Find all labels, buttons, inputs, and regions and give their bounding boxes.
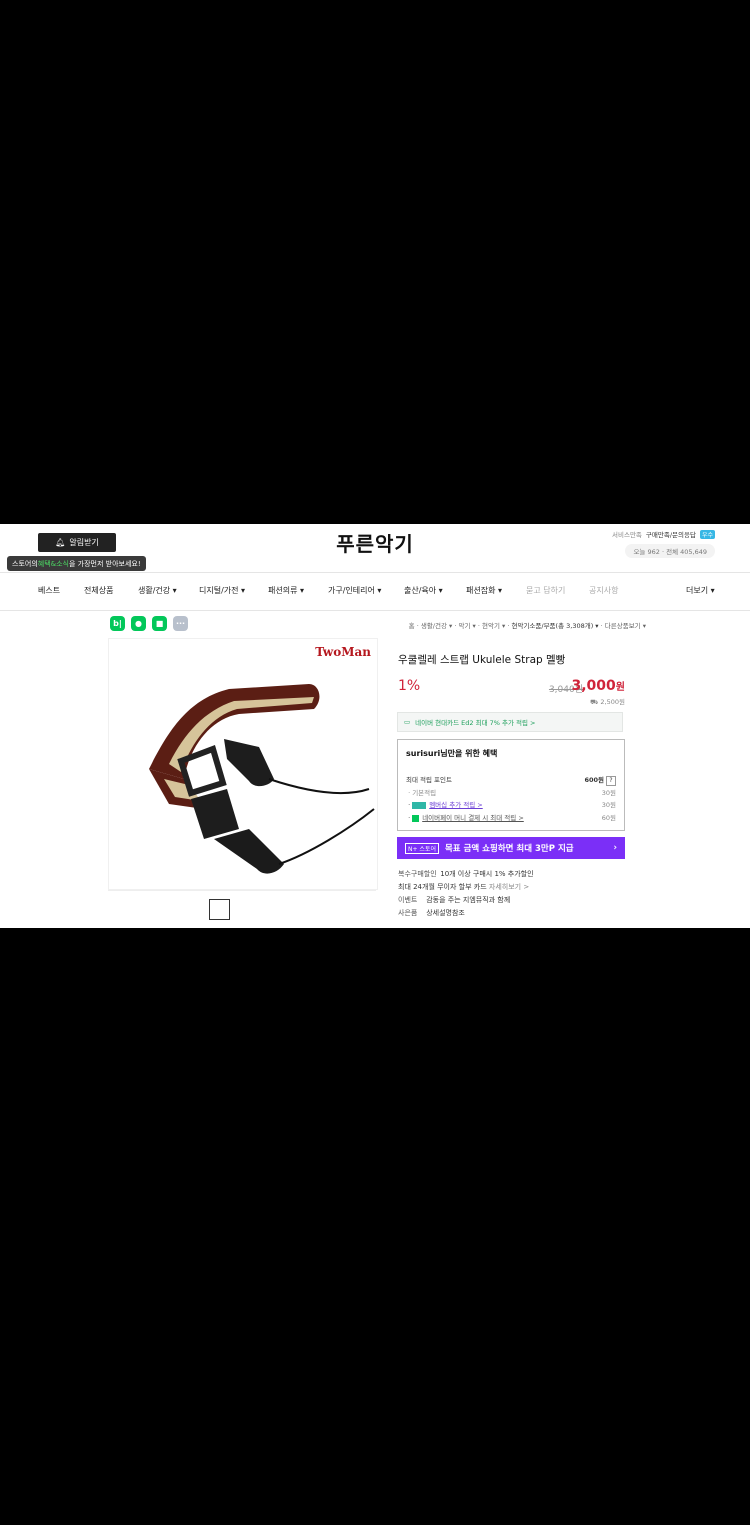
discount-rate: 1% (398, 678, 421, 694)
plus-store-promo[interactable]: N+ 스토어 목표 금액 쇼핑하면 최대 3만P 지급 › (397, 837, 625, 859)
service-value: 구매만족/문의응답 (645, 531, 696, 539)
membership-icon (412, 801, 427, 809)
store-header: 🔔︎ 알림받기 스토어의 혜택&소식 을 가장먼저 받아보세요! 푸른악기 서비… (0, 524, 750, 573)
membership-link[interactable]: 멤버십 추가 적립 > (429, 801, 483, 809)
installment-more-link[interactable]: 자세히보기 > (489, 883, 529, 891)
nav-more[interactable]: 더보기 ▾ (686, 585, 715, 596)
store-page: 🔔︎ 알림받기 스토어의 혜택&소식 을 가장먼저 받아보세요! 푸른악기 서비… (0, 524, 750, 928)
nav-fashion-goods[interactable]: 패션잡화 ▾ (466, 585, 502, 596)
service-rating: 서비스만족 구매만족/문의응답 우수 (612, 529, 715, 539)
basic-points-row: · 기본적립 30원 (406, 789, 616, 797)
ukulele-strap-image (149, 684, 375, 874)
pay-link[interactable]: 네이버페이 머니 결제 시 최대 적립 > (422, 814, 524, 822)
card-benefit-banner[interactable]: ▭ 네이버 현대카드 Ed2 최대 7% 추가 적립 > (397, 712, 623, 732)
alarm-tooltip: 스토어의 혜택&소식 을 가장먼저 받아보세요! (7, 556, 146, 571)
sale-price-value: 3,000 (571, 678, 616, 694)
nav-all-products[interactable]: 전체상품 (84, 585, 113, 596)
event-label: 이벤트 (398, 896, 418, 904)
bookmark-share-icon[interactable]: ■ (152, 616, 167, 631)
service-badge: 우수 (699, 529, 715, 539)
gift-label: 사은품 (398, 909, 418, 917)
multi-label: 복수구매할인 (398, 870, 437, 878)
nav-baby[interactable]: 출산/육아 ▾ (404, 585, 443, 596)
benefit-box: surisuri님만을 위한 혜택 최대 적립 포인트 600원? · 기본적립… (397, 739, 625, 831)
card-icon: ▭ (404, 718, 411, 726)
nav-furniture[interactable]: 가구/인테리어 ▾ (328, 585, 381, 596)
basic-label: 기본적립 (412, 789, 437, 797)
visit-count: 오늘 962 · 전체 405,649 (625, 544, 715, 558)
sale-price-unit: 원 (615, 682, 625, 693)
pay-value: 60원 (601, 814, 616, 822)
thumbnail-selected[interactable] (209, 899, 230, 920)
sale-price: 3,000원 (572, 678, 626, 694)
gift-value: 상세설명참조 (426, 909, 465, 917)
card-banner-text: 네이버 현대카드 Ed2 최대 7% 추가 적립 > (415, 719, 536, 727)
nav-living-health[interactable]: 생활/건강 ▾ (138, 585, 177, 596)
promo-text: 목표 금액 쇼핑하면 최대 3만P 지급 (444, 844, 574, 854)
promo-tag: N+ 스토어 (405, 842, 439, 854)
crumb-other[interactable]: 다른상품보기 ▾ (605, 622, 646, 630)
crumb-home[interactable]: 홈 (409, 622, 415, 630)
tooltip-prefix: 스토어의 (12, 559, 38, 568)
pay-row: · 네이버페이 머니 결제 시 최대 적립 > 60원 (406, 814, 616, 822)
crumb-living[interactable]: 생활/건강 ▾ (421, 622, 452, 630)
installment-row: 최대 24개월 무이자 할부 카드 자세히보기 > (398, 882, 529, 892)
event-value: 감동을 주는 지엠뮤직과 함께 (426, 896, 511, 904)
talk-share-icon[interactable]: ● (131, 616, 146, 631)
tooltip-highlight: 혜택&소식 (37, 559, 69, 568)
event-row: 이벤트 감동을 주는 지엠뮤직과 함께 (398, 895, 510, 905)
thumbnail-strip (108, 890, 376, 928)
nav-qna[interactable]: 묻고 답하기 (526, 585, 565, 596)
shipping-value: 2,500원 (600, 698, 625, 706)
product-image[interactable]: TwoMan (108, 638, 378, 890)
nav-fashion-clothing[interactable]: 패션의류 ▾ (268, 585, 304, 596)
nav-digital[interactable]: 디지털/가전 ▾ (199, 585, 245, 596)
max-points-value: 600원 (584, 776, 604, 784)
product-section: b| ● ■ ··· 홈 · 생활/건강 ▾ · 악기 ▾ · 현악기 ▾ · … (108, 610, 646, 928)
category-nav: 베스트 전체상품 생활/건강 ▾ 디지털/가전 ▾ 패션의류 ▾ 가구/인테리어… (0, 572, 750, 611)
more-share-icon[interactable]: ··· (173, 616, 188, 631)
nav-best[interactable]: 베스트 (38, 585, 60, 596)
installment-value: 최대 24개월 무이자 할부 카드 (398, 883, 487, 891)
promo-arrow-icon: › (613, 843, 617, 853)
max-points-label: 최대 적립 포인트 (406, 776, 452, 784)
breadcrumb: 홈 · 생활/건강 ▾ · 악기 ▾ · 현악기 ▾ · 현악기소품/부품(총 … (408, 622, 646, 630)
multi-value: 10개 이상 구매시 1% 추가할인 (440, 870, 534, 878)
multi-discount-row: 복수구매할인 10개 이상 구매시 1% 추가할인 (398, 869, 534, 879)
crumb-accessories[interactable]: 현악기소품/부품(총 3,308개) ▾ (511, 622, 598, 630)
npay-icon (412, 814, 420, 822)
crumb-instrument[interactable]: 악기 ▾ (459, 622, 476, 630)
help-icon[interactable]: ? (606, 776, 616, 786)
truck-icon: ⛟ (590, 698, 599, 706)
service-label: 서비스만족 (612, 531, 642, 539)
blog-share-icon[interactable]: b| (110, 616, 125, 631)
membership-value: 30원 (601, 801, 616, 809)
product-name: 우쿨렐레 스트랩 Ukulele Strap 멜빵 (398, 654, 566, 666)
max-points-row: 최대 적립 포인트 600원? (406, 774, 616, 786)
share-buttons: b| ● ■ ··· (110, 616, 188, 631)
tooltip-suffix: 을 가장먼저 받아보세요! (68, 559, 141, 568)
gift-row: 사은품 상세설명참조 (398, 908, 465, 918)
basic-value: 30원 (601, 789, 616, 797)
brand-logo: TwoMan (315, 645, 371, 659)
crumb-string[interactable]: 현악기 ▾ (482, 622, 505, 630)
membership-row: · 멤버십 추가 적립 > 30원 (406, 801, 616, 809)
nav-notice[interactable]: 공지사항 (589, 585, 618, 596)
benefit-title: surisuri님만을 위한 혜택 (406, 749, 498, 758)
shipping-fee: ⛟ 2,500원 (590, 696, 625, 707)
